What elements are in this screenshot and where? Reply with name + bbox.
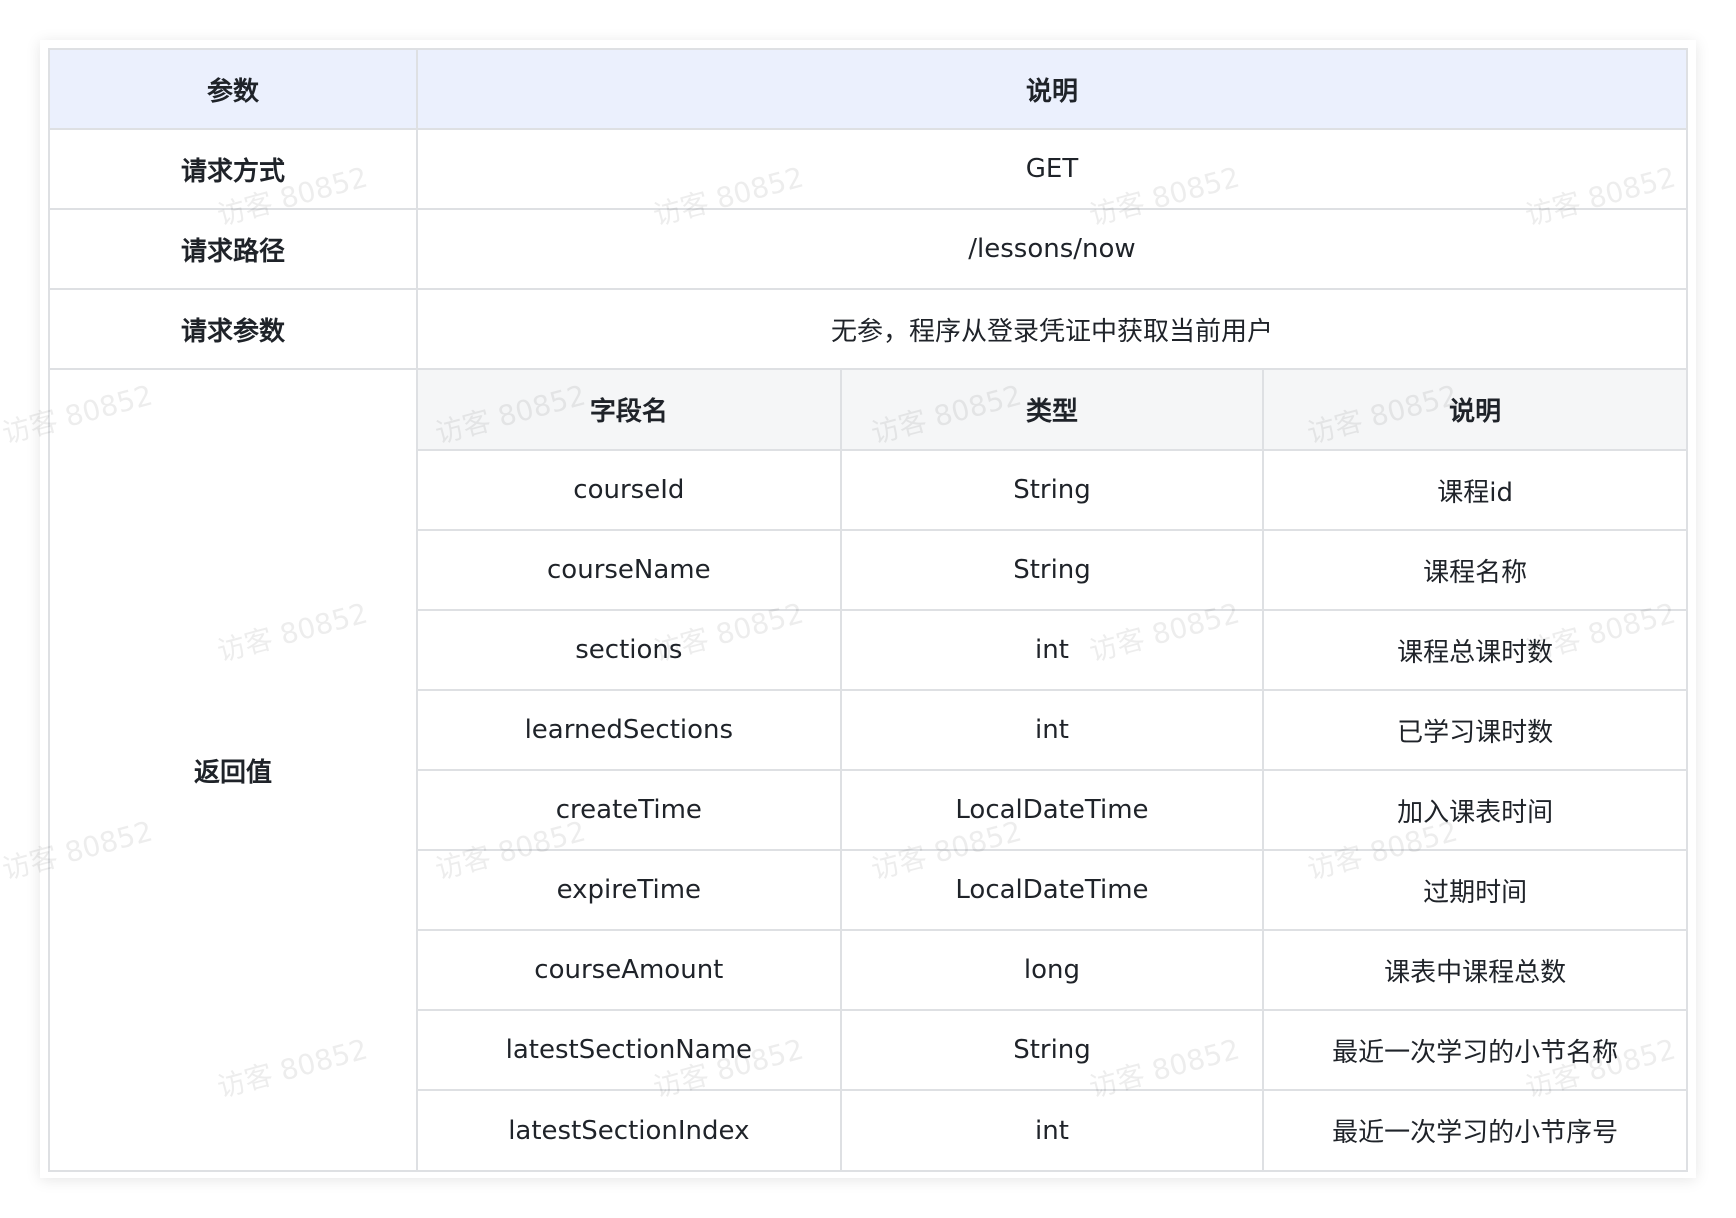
path-label: 请求路径	[48, 208, 418, 290]
field-type: LocalDateTime	[839, 849, 1265, 931]
field-type: long	[839, 929, 1265, 1011]
params-value: 无参，程序从登录凭证中获取当前用户	[416, 288, 1688, 370]
table-row: expireTime LocalDateTime 过期时间	[418, 849, 1686, 931]
field-type: String	[839, 1009, 1265, 1091]
field-desc: 最近一次学习的小节名称	[1262, 1009, 1686, 1091]
header-desc: 说明	[416, 48, 1688, 130]
field-desc: 课程总课时数	[1262, 609, 1686, 691]
return-fields-cell: 字段名 类型 说明 courseId String 课程id courseNam…	[416, 368, 1688, 1172]
document-card: 参数 说明 请求方式 GET 请求路径 /lessons/now 请求参数 无参…	[40, 40, 1696, 1178]
inner-header-field: 字段名	[418, 370, 842, 451]
table-row: courseName String 课程名称	[418, 529, 1686, 611]
table-row: createTime LocalDateTime 加入课表时间	[418, 769, 1686, 851]
row-params: 请求参数 无参，程序从登录凭证中获取当前用户	[48, 288, 1688, 370]
table-row: courseId String 课程id	[418, 449, 1686, 531]
return-fields-table: 字段名 类型 说明 courseId String 课程id courseNam…	[418, 370, 1686, 1170]
field-desc: 已学习课时数	[1262, 689, 1686, 771]
method-label: 请求方式	[48, 128, 418, 210]
field-desc: 课表中课程总数	[1262, 929, 1686, 1011]
inner-header-type: 类型	[839, 370, 1265, 451]
field-name: learnedSections	[418, 689, 842, 771]
table-row: sections int 课程总课时数	[418, 609, 1686, 691]
inner-header-desc: 说明	[1262, 370, 1686, 451]
field-desc: 课程id	[1262, 449, 1686, 531]
field-type: int	[839, 689, 1265, 771]
field-type: String	[839, 449, 1265, 531]
field-desc: 过期时间	[1262, 849, 1686, 931]
row-method: 请求方式 GET	[48, 128, 1688, 210]
field-desc: 课程名称	[1262, 529, 1686, 611]
field-name: courseId	[418, 449, 842, 531]
table-row: latestSectionName String 最近一次学习的小节名称	[418, 1009, 1686, 1091]
field-type: String	[839, 529, 1265, 611]
header-param: 参数	[48, 48, 418, 130]
path-value: /lessons/now	[416, 208, 1688, 290]
field-desc: 最近一次学习的小节序号	[1262, 1089, 1686, 1170]
header-row: 参数 说明	[48, 48, 1688, 130]
field-type: int	[839, 1089, 1265, 1170]
field-type: int	[839, 609, 1265, 691]
row-path: 请求路径 /lessons/now	[48, 208, 1688, 290]
field-name: latestSectionName	[418, 1009, 842, 1091]
field-name: createTime	[418, 769, 842, 851]
field-name: courseName	[418, 529, 842, 611]
field-name: sections	[418, 609, 842, 691]
table-row: learnedSections int 已学习课时数	[418, 689, 1686, 771]
field-name: latestSectionIndex	[418, 1089, 842, 1170]
field-name: courseAmount	[418, 929, 842, 1011]
inner-header-row: 字段名 类型 说明	[418, 370, 1686, 451]
params-label: 请求参数	[48, 288, 418, 370]
field-desc: 加入课表时间	[1262, 769, 1686, 851]
method-value: GET	[416, 128, 1688, 210]
table-row: courseAmount long 课表中课程总数	[418, 929, 1686, 1011]
field-name: expireTime	[418, 849, 842, 931]
field-type: LocalDateTime	[839, 769, 1265, 851]
api-table: 参数 说明 请求方式 GET 请求路径 /lessons/now 请求参数 无参…	[48, 48, 1688, 1172]
return-label: 返回值	[48, 368, 418, 1172]
row-return: 返回值 字段名 类型 说明 courseId String 课程id cours…	[48, 368, 1688, 1172]
table-row: latestSectionIndex int 最近一次学习的小节序号	[418, 1089, 1686, 1170]
